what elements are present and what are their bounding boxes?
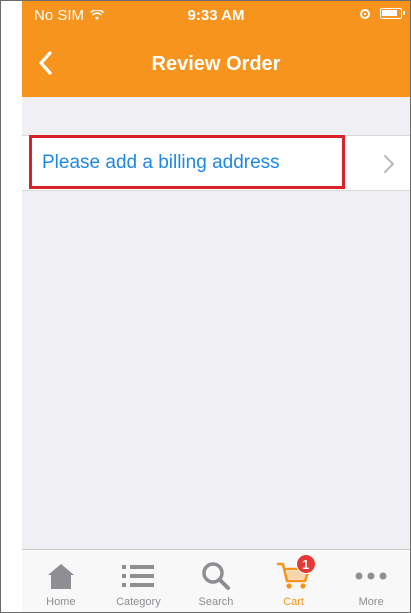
tab-bar: Home Category Search 1 Cart More: [22, 549, 410, 612]
tab-label: Home: [46, 596, 76, 608]
tab-label: More: [358, 596, 384, 608]
phone-screen: No SIM 9:33 AM Review Order Please add a…: [22, 1, 410, 612]
tab-label: Search: [198, 596, 234, 608]
tab-search[interactable]: Search: [177, 550, 255, 612]
tab-cart[interactable]: 1 Cart: [255, 550, 333, 612]
screenshot-frame: No SIM 9:33 AM Review Order Please add a…: [0, 0, 411, 613]
page-title: Review Order: [151, 53, 281, 75]
tab-label: Cart: [283, 596, 304, 608]
billing-address-link[interactable]: Please add a billing address: [42, 152, 280, 174]
home-icon: [41, 558, 81, 594]
status-bar: No SIM 9:33 AM: [22, 1, 410, 31]
chevron-right-icon: [384, 155, 394, 173]
status-indicators: [360, 8, 405, 19]
tab-label: Category: [116, 596, 161, 608]
cart-icon: 1: [274, 554, 316, 594]
status-time: 9:33 AM: [187, 7, 245, 24]
rotation-lock-icon: [360, 8, 370, 19]
navigation-bar: Review Order: [22, 31, 410, 97]
cart-count-badge: 1: [295, 554, 316, 574]
top-bar: No SIM 9:33 AM Review Order: [22, 1, 410, 97]
tab-home[interactable]: Home: [22, 550, 100, 612]
battery-icon: [380, 8, 405, 19]
more-icon: [351, 558, 391, 594]
add-billing-address-row[interactable]: Please add a billing address: [22, 135, 410, 191]
search-icon: [196, 558, 236, 594]
tab-category[interactable]: Category: [100, 550, 178, 612]
tab-more[interactable]: More: [332, 550, 410, 612]
list-icon: [118, 558, 158, 594]
